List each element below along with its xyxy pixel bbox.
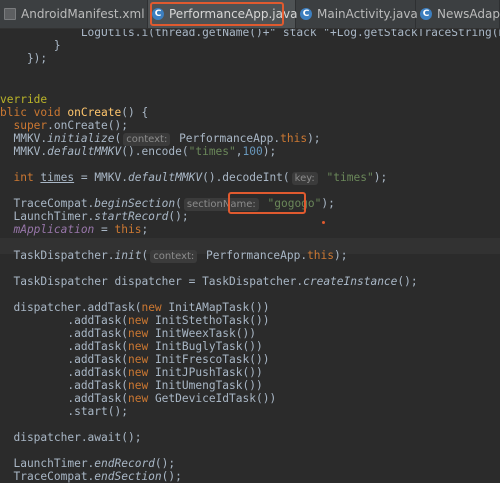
java-class-icon: C xyxy=(420,8,432,20)
code-line: TaskDispatcher dispatcher = TaskDispatch… xyxy=(0,275,418,288)
tab-label: PerformanceApp.java xyxy=(169,7,298,21)
tab-main-activity[interactable]: C MainActivity.java × xyxy=(296,0,433,28)
code-line: dispatcher.await(); xyxy=(0,431,142,444)
tab-label: NewsAdapter.j xyxy=(437,7,500,21)
tab-label: AndroidManifest.xml xyxy=(21,7,145,21)
code-line: MMKV.defaultMMKV().encode("times",100); xyxy=(0,145,277,158)
param-hint: context: xyxy=(150,250,198,263)
annotation-dot xyxy=(322,221,325,224)
tab-android-manifest[interactable]: AndroidManifest.xml × xyxy=(0,0,160,28)
code-line: .start(); xyxy=(0,405,128,418)
tab-news-adapter[interactable]: C NewsAdapter.j xyxy=(416,0,500,28)
code-line: mApplication = this; xyxy=(0,223,149,236)
tab-performance-app[interactable]: C PerformanceApp.java × xyxy=(148,0,313,28)
code-line: LogUtils.i(thread.getName()+" stack "+Lo… xyxy=(0,29,500,39)
string-annotation-box xyxy=(228,192,306,214)
editor-tab-bar: AndroidManifest.xml × C PerformanceApp.j… xyxy=(0,0,500,29)
param-hint: key: xyxy=(291,172,318,185)
code-line: TaskDispatcher.init(context: Performance… xyxy=(0,249,348,263)
java-class-icon: C xyxy=(152,8,164,20)
code-line: TraceCompat.endSection(); xyxy=(0,470,182,483)
code-line: int times = MMKV.defaultMMKV().decodeInt… xyxy=(0,171,388,185)
xml-file-icon xyxy=(4,8,16,20)
code-editor[interactable]: LogUtils.i(thread.getName()+" stack "+Lo… xyxy=(0,29,500,483)
java-class-icon: C xyxy=(300,8,312,20)
tab-label: MainActivity.java xyxy=(317,7,418,21)
code-line: }); xyxy=(0,52,48,65)
